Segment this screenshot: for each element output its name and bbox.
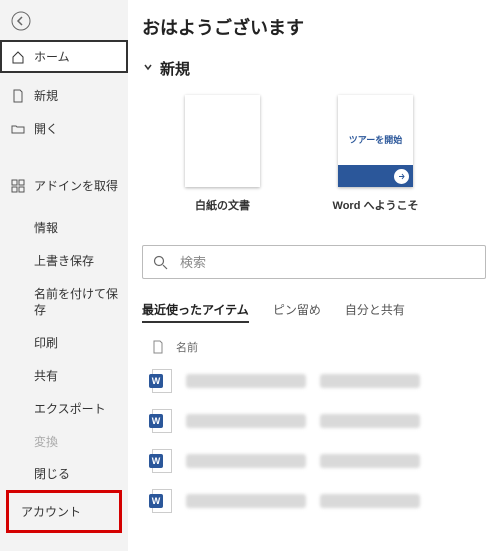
sidebar-item-print[interactable]: 印刷 (0, 327, 128, 360)
sidebar-item-account[interactable]: アカウント (6, 490, 122, 533)
list-item[interactable]: W (142, 441, 486, 481)
tab-shared[interactable]: 自分と共有 (345, 301, 405, 323)
word-file-icon: W (152, 449, 172, 473)
list-header-name: 名前 (176, 339, 198, 355)
list-header: 名前 (142, 339, 486, 355)
sidebar-item-close[interactable]: 閉じる (0, 458, 128, 491)
new-file-icon (10, 88, 26, 104)
sidebar-item-addins[interactable]: アドインを取得 (0, 169, 128, 202)
sidebar-item-label: 新規 (34, 87, 58, 104)
search-icon (153, 255, 168, 270)
sidebar-item-label: ホーム (34, 48, 70, 65)
word-file-icon: W (152, 409, 172, 433)
template-caption: 白紙の文書 (195, 197, 250, 213)
sidebar-item-share[interactable]: 共有 (0, 360, 128, 393)
folder-open-icon (10, 121, 26, 137)
list-item[interactable]: W (142, 361, 486, 401)
word-file-icon: W (152, 369, 172, 393)
tab-recent[interactable]: 最近使ったアイテム (142, 301, 249, 323)
addins-grid-icon (10, 178, 26, 194)
section-new-header[interactable]: 新規 (142, 58, 486, 79)
sidebar-item-transform: 変換 (0, 426, 128, 459)
chevron-down-icon (142, 60, 154, 78)
sidebar-item-label: アドインを取得 (34, 177, 118, 194)
sidebar-item-home[interactable]: ホーム (0, 40, 128, 73)
sidebar-item-label: 開く (34, 120, 58, 137)
list-item-name-blurred (186, 374, 306, 388)
sidebar-item-save[interactable]: 上書き保存 (0, 245, 128, 278)
back-button[interactable] (4, 4, 38, 38)
list-item-name-blurred (186, 494, 306, 508)
sidebar-item-open[interactable]: 開く (0, 112, 128, 145)
word-file-icon: W (152, 489, 172, 513)
arrow-right-icon (394, 169, 409, 184)
search-box[interactable] (142, 245, 486, 279)
sidebar-item-new[interactable]: 新規 (0, 79, 128, 112)
file-icon (152, 340, 164, 354)
sidebar-item-label: アカウント (9, 493, 119, 530)
list-item[interactable]: W (142, 481, 486, 521)
list-item-meta-blurred (320, 414, 420, 428)
list-item-meta-blurred (320, 494, 420, 508)
list-item-name-blurred (186, 454, 306, 468)
tab-pinned[interactable]: ピン留め (273, 301, 321, 323)
list-item[interactable]: W (142, 401, 486, 441)
list-item-meta-blurred (320, 374, 420, 388)
section-new-label: 新規 (160, 58, 190, 79)
template-welcome[interactable]: ツアーを開始 Word へようこそ (323, 95, 428, 213)
sidebar-item-saveas[interactable]: 名前を付けて保存 (0, 278, 128, 328)
template-tour-text: ツアーを開始 (338, 133, 413, 146)
search-input[interactable] (178, 254, 475, 271)
sidebar-item-info[interactable]: 情報 (0, 212, 128, 245)
list-item-name-blurred (186, 414, 306, 428)
template-welcome-thumb: ツアーを開始 (338, 95, 413, 187)
template-blank[interactable]: 白紙の文書 (170, 95, 275, 213)
list-item-meta-blurred (320, 454, 420, 468)
template-caption: Word へようこそ (333, 197, 419, 213)
home-icon (10, 49, 26, 65)
sidebar-item-export[interactable]: エクスポート (0, 393, 128, 426)
page-greeting: おはようございます (142, 14, 486, 40)
arrow-left-icon (11, 11, 31, 31)
template-blank-thumb (185, 95, 260, 187)
